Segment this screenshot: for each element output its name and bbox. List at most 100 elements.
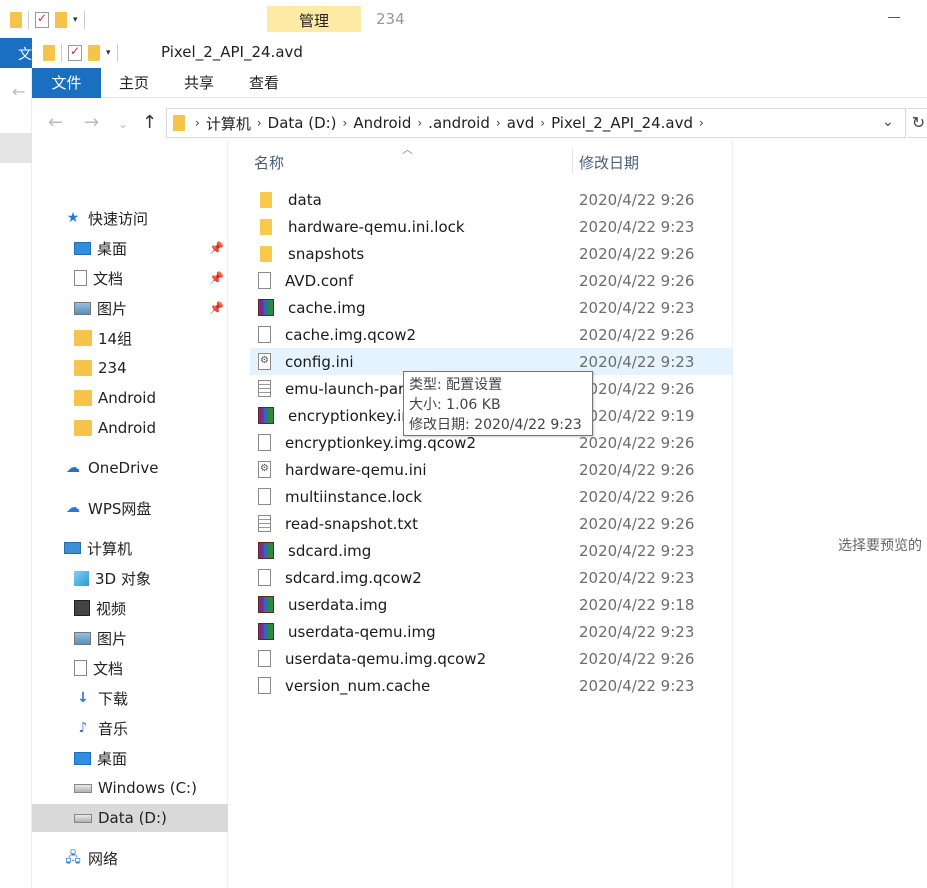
tab-file[interactable]: 文件 (32, 68, 101, 98)
file-name: userdata-qemu.img.qcow2 (285, 649, 487, 668)
file-row[interactable]: version_num.cache 2020/4/22 9:23 (250, 672, 732, 699)
refresh-icon[interactable]: ↻ (908, 108, 927, 138)
properties-icon[interactable] (35, 11, 49, 28)
file-date: 2020/4/22 9:19 (579, 406, 695, 425)
file-row[interactable]: snapshots 2020/4/22 9:26 (250, 240, 732, 267)
nav-item[interactable]: ☁ WPS网盘 (32, 494, 228, 522)
tab-view[interactable]: 查看 (244, 68, 284, 98)
address-bar[interactable]: › 计算机 › Data (D:) › Android › .android ›… (166, 108, 906, 138)
background-quick-access-toolbar: ▾ (10, 11, 85, 29)
customize-toolbar-icon[interactable]: ▾ (73, 15, 78, 25)
new-folder-icon[interactable] (88, 45, 100, 61)
breadcrumb-android[interactable]: Android (347, 114, 417, 132)
manage-tab[interactable]: 管理 (267, 6, 361, 32)
quick-access-toolbar: ▾ (43, 44, 118, 62)
file-name: config.ini (285, 352, 354, 371)
pin-icon[interactable]: 📌 (209, 301, 224, 315)
nav-item[interactable]: ♪ 音乐 (32, 714, 228, 742)
column-header-name[interactable]: 名称 (254, 152, 284, 173)
nav-item[interactable]: 计算机 (32, 534, 228, 562)
nav-item[interactable]: Data (D:) (32, 804, 228, 832)
breadcrumb-avd[interactable]: avd (501, 114, 541, 132)
preview-pane-message: 选择要预览的 (838, 538, 922, 554)
nav-item[interactable]: ★ 快速访问 (32, 204, 228, 232)
nav-item[interactable]: 桌面 (32, 744, 228, 772)
file-row[interactable]: userdata-qemu.img 2020/4/22 9:23 (250, 618, 732, 645)
nav-item[interactable]: 文档 (32, 654, 228, 682)
file-row[interactable]: cache.img.qcow2 2020/4/22 9:26 (250, 321, 732, 348)
breadcrumb-dot-android[interactable]: .android (422, 114, 496, 132)
file-icon (258, 488, 271, 505)
nav-item[interactable]: ↓ 下载 (32, 684, 228, 712)
file-icon (258, 326, 271, 343)
network-icon: 🖧 (65, 850, 81, 866)
properties-icon[interactable] (68, 44, 82, 61)
column-divider[interactable] (572, 148, 573, 174)
file-icon (258, 650, 271, 667)
nav-item[interactable]: 234 (32, 354, 228, 382)
nav-item-label: OneDrive (88, 459, 159, 477)
file-name: encryptionkey.img.qcow2 (285, 433, 476, 452)
pin-icon[interactable]: 📌 (209, 241, 224, 255)
minimize-icon[interactable] (888, 17, 900, 18)
file-row[interactable]: AVD.conf 2020/4/22 9:26 (250, 267, 732, 294)
file-name: data (288, 190, 322, 209)
breadcrumb-pixel-avd[interactable]: Pixel_2_API_24.avd (545, 114, 699, 132)
archive-icon (258, 623, 274, 640)
nav-item[interactable]: 文档 📌 (32, 264, 228, 292)
folder-icon (74, 360, 92, 376)
video-icon (74, 600, 90, 616)
nav-item[interactable]: 图片 📌 (32, 294, 228, 322)
folder-icon (260, 245, 272, 262)
file-row[interactable]: userdata.img 2020/4/22 9:18 (250, 591, 732, 618)
file-row[interactable]: data 2020/4/22 9:26 (250, 186, 732, 213)
nav-item-label: Android (98, 419, 156, 437)
nav-item[interactable]: 桌面 📌 (32, 234, 228, 262)
file-row[interactable]: sdcard.img 2020/4/22 9:23 (250, 537, 732, 564)
tab-share[interactable]: 共享 (179, 68, 219, 98)
file-row[interactable]: sdcard.img.qcow2 2020/4/22 9:23 (250, 564, 732, 591)
preview-pane-divider[interactable] (732, 140, 733, 888)
customize-toolbar-icon[interactable]: ▾ (106, 48, 111, 58)
file-row[interactable]: cache.img 2020/4/22 9:23 (250, 294, 732, 321)
file-row[interactable]: hardware-qemu.ini.lock 2020/4/22 9:23 (250, 213, 732, 240)
nav-item[interactable]: 3D 对象 (32, 564, 228, 592)
breadcrumb-data-drive[interactable]: Data (D:) (262, 114, 343, 132)
chevron-right-icon[interactable]: › (699, 116, 704, 130)
desktop-icon (74, 751, 91, 765)
nav-item[interactable]: 14组 (32, 324, 228, 352)
nav-item[interactable]: Android (32, 414, 228, 442)
separator (83, 11, 85, 29)
picture-icon (74, 631, 91, 645)
tab-home[interactable]: 主页 (114, 68, 154, 98)
nav-item[interactable]: 🖧 网络 (32, 844, 228, 872)
folder-icon (74, 390, 92, 406)
drive-icon (74, 783, 92, 793)
window-title: Pixel_2_API_24.avd (161, 43, 303, 61)
back-icon[interactable]: ← (48, 112, 63, 133)
file-date: 2020/4/22 9:26 (579, 379, 695, 398)
cloud-icon: ☁ (66, 460, 80, 476)
nav-item[interactable]: 图片 (32, 624, 228, 652)
file-row[interactable]: read-snapshot.txt 2020/4/22 9:26 (250, 510, 732, 537)
file-name: AVD.conf (285, 271, 354, 290)
column-header-date[interactable]: 修改日期 (579, 152, 639, 173)
file-name: read-snapshot.txt (285, 514, 419, 533)
nav-item-label: Data (D:) (98, 809, 167, 827)
pin-icon[interactable]: 📌 (209, 271, 224, 285)
file-row[interactable]: userdata-qemu.img.qcow2 2020/4/22 9:26 (250, 645, 732, 672)
breadcrumb-computer[interactable]: 计算机 (200, 113, 257, 134)
forward-icon[interactable]: → (84, 112, 99, 133)
new-folder-icon[interactable] (55, 12, 67, 28)
nav-item[interactable]: Android (32, 384, 228, 412)
nav-item[interactable]: ☁ OneDrive (32, 454, 228, 482)
music-icon: ♪ (78, 720, 88, 736)
recent-locations-icon[interactable]: ⌄ (118, 117, 128, 131)
file-date: 2020/4/22 9:26 (579, 271, 695, 290)
file-row[interactable]: multiinstance.lock 2020/4/22 9:26 (250, 483, 732, 510)
up-icon[interactable]: ↑ (142, 112, 157, 133)
nav-item[interactable]: Windows (C:) (32, 774, 228, 802)
address-history-dropdown-icon[interactable]: ⌄ (882, 114, 894, 130)
file-row[interactable]: hardware-qemu.ini 2020/4/22 9:26 (250, 456, 732, 483)
nav-item[interactable]: 视频 (32, 594, 228, 622)
